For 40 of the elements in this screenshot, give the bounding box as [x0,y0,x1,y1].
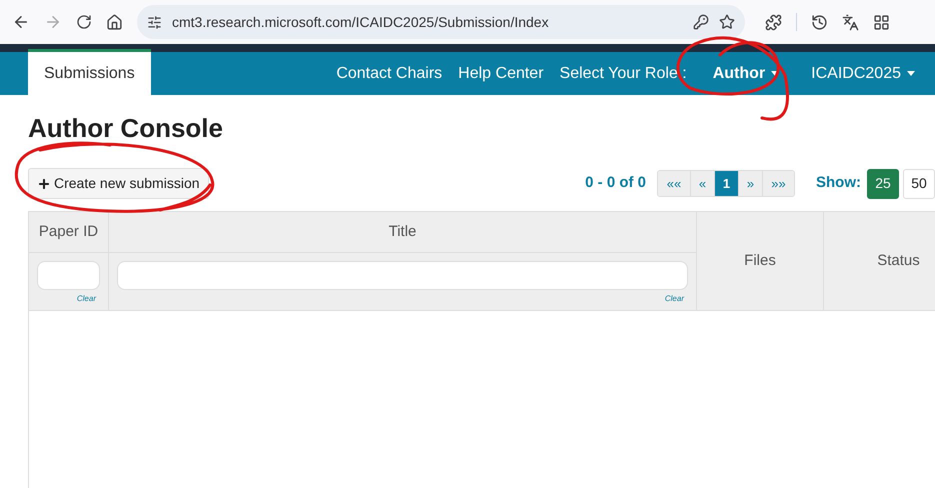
caret-icon [771,71,780,76]
pagination-button[interactable]: «« [658,171,690,196]
pagination-button[interactable]: » [738,171,762,196]
show-label: Show: [816,173,861,194]
site-info-icon[interactable] [147,14,162,30]
role-dropdown[interactable]: Author [712,62,780,86]
conference-dropdown[interactable]: ICAIDC2025 [811,62,915,86]
pagination-button[interactable]: « [690,171,714,196]
url-text: cmt3.research.microsoft.com/ICAIDC2025/Submission/Index [172,12,550,32]
page-title: Author Console [28,113,224,143]
caret-icon [907,71,915,76]
clear-filter-link[interactable]: Clear [76,293,96,305]
grid-icon[interactable] [873,14,890,30]
column-header[interactable]: Files [697,212,824,310]
reload-icon[interactable] [76,14,92,30]
key-icon[interactable] [693,14,709,30]
pagination-summary: 0 - 0 of 0 [585,173,646,194]
nav-tab[interactable]: Submissions [28,49,151,95]
nav-link[interactable]: Contact Chairs [336,62,442,86]
filter-field[interactable] [37,261,100,290]
column-header[interactable]: Title [109,212,696,253]
role-label: Select Your Role : [560,64,687,84]
pagination-button[interactable]: »» [762,171,794,196]
page-size-option[interactable]: 50 [903,168,935,198]
pagination-button[interactable]: 1 [714,171,738,196]
nav-link[interactable]: Help Center [458,62,544,86]
extensions-icon[interactable] [765,14,782,30]
bookmark-star-icon[interactable] [719,14,735,30]
history-icon[interactable] [811,14,828,30]
clear-filter-link[interactable]: Clear [664,293,684,305]
column-header[interactable]: Status [824,212,935,310]
back-icon[interactable] [12,13,30,31]
address-bar[interactable]: cmt3.research.microsoft.com/ICAIDC2025/Submission/Index [137,5,745,39]
home-icon[interactable] [106,14,123,30]
column-header[interactable]: Paper ID [29,212,108,253]
plus-icon [37,176,51,190]
filter-field[interactable] [117,261,688,290]
create-submission-button[interactable]: Create new submission [28,168,209,199]
page-size-option[interactable]: 25 [867,168,899,198]
translate-icon[interactable] [842,14,859,30]
